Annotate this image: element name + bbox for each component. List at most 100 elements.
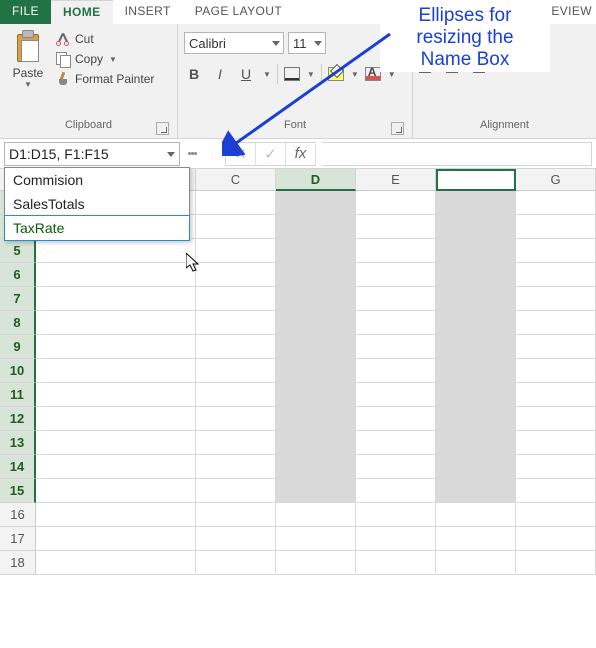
cell-D11[interactable] xyxy=(276,383,356,407)
col-header-C[interactable]: C xyxy=(196,169,276,191)
copy-button[interactable]: Copy ▼ xyxy=(56,52,154,66)
cell-E3[interactable] xyxy=(356,191,436,215)
cell-C11[interactable] xyxy=(196,383,276,407)
row-header-10[interactable]: 10 xyxy=(0,359,36,383)
col-header-D[interactable]: D xyxy=(276,169,356,191)
cell-G11[interactable] xyxy=(516,383,596,407)
cell-C6[interactable] xyxy=(196,263,276,287)
cell-G18[interactable] xyxy=(516,551,596,575)
tab-review-fragment[interactable]: EVIEW xyxy=(551,0,592,24)
cell-C3[interactable] xyxy=(196,191,276,215)
name-box-resize-ellipsis[interactable] xyxy=(186,150,199,157)
cell-G7[interactable] xyxy=(516,287,596,311)
cell-G14[interactable] xyxy=(516,455,596,479)
cell-E4[interactable] xyxy=(356,215,436,239)
font-name-combo[interactable]: Calibri xyxy=(184,32,284,54)
row-header-14[interactable]: 14 xyxy=(0,455,36,479)
cell-E18[interactable] xyxy=(356,551,436,575)
font-size-combo[interactable]: 11 xyxy=(288,32,326,54)
cell-D8[interactable] xyxy=(276,311,356,335)
row-header-13[interactable]: 13 xyxy=(0,431,36,455)
borders-dropdown-icon[interactable]: ▼ xyxy=(307,70,315,79)
row-header-15[interactable]: 15 xyxy=(0,479,36,503)
cell-D4[interactable] xyxy=(276,215,356,239)
cell-E11[interactable] xyxy=(356,383,436,407)
row-header-8[interactable]: 8 xyxy=(0,311,36,335)
cell-G6[interactable] xyxy=(516,263,596,287)
cell-E9[interactable] xyxy=(356,335,436,359)
cell-C16[interactable] xyxy=(196,503,276,527)
name-option-0[interactable]: Commision xyxy=(5,168,189,192)
cell-E6[interactable] xyxy=(356,263,436,287)
cell-D18[interactable] xyxy=(276,551,356,575)
row-header-16[interactable]: 16 xyxy=(0,503,36,527)
font-dialog-launcher[interactable] xyxy=(391,122,404,135)
cell-E16[interactable] xyxy=(356,503,436,527)
clipboard-dialog-launcher[interactable] xyxy=(156,122,169,135)
cell-F16[interactable] xyxy=(436,503,516,527)
row-header-17[interactable]: 17 xyxy=(0,527,36,551)
cell-D5[interactable] xyxy=(276,239,356,263)
underline-button[interactable]: U xyxy=(236,66,256,82)
cell-E17[interactable] xyxy=(356,527,436,551)
cell-G9[interactable] xyxy=(516,335,596,359)
row-header-11[interactable]: 11 xyxy=(0,383,36,407)
cell-C10[interactable] xyxy=(196,359,276,383)
cell-C7[interactable] xyxy=(196,287,276,311)
tab-pagelayout[interactable]: PAGE LAYOUT xyxy=(183,0,294,24)
cell-E14[interactable] xyxy=(356,455,436,479)
cell-F8[interactable] xyxy=(436,311,516,335)
bold-button[interactable]: B xyxy=(184,66,204,82)
cell-D17[interactable] xyxy=(276,527,356,551)
cell-F4[interactable] xyxy=(436,215,516,239)
cell-C8[interactable] xyxy=(196,311,276,335)
active-cell-F1[interactable] xyxy=(436,169,516,191)
cell-D12[interactable] xyxy=(276,407,356,431)
cell-C15[interactable] xyxy=(196,479,276,503)
cell-C18[interactable] xyxy=(196,551,276,575)
formula-input[interactable] xyxy=(322,142,592,166)
format-painter-button[interactable]: Format Painter xyxy=(56,72,154,86)
row-header-12[interactable]: 12 xyxy=(0,407,36,431)
cell-E7[interactable] xyxy=(356,287,436,311)
cell-D3[interactable] xyxy=(276,191,356,215)
cell-F18[interactable] xyxy=(436,551,516,575)
paste-button[interactable]: Paste ▼ xyxy=(6,28,50,118)
row-header-6[interactable]: 6 xyxy=(0,263,36,287)
cancel-formula-button[interactable]: ✕ xyxy=(226,143,256,165)
cell-G16[interactable] xyxy=(516,503,596,527)
cell-G17[interactable] xyxy=(516,527,596,551)
cell-D7[interactable] xyxy=(276,287,356,311)
cell-F6[interactable] xyxy=(436,263,516,287)
row-header-9[interactable]: 9 xyxy=(0,335,36,359)
row-header-5[interactable]: 5 xyxy=(0,239,36,263)
fill-color-button[interactable] xyxy=(328,67,344,81)
cell-D9[interactable] xyxy=(276,335,356,359)
font-color-button[interactable] xyxy=(365,67,381,81)
insert-function-button[interactable]: fx xyxy=(286,143,316,165)
cell-C13[interactable] xyxy=(196,431,276,455)
cell-F3[interactable] xyxy=(436,191,516,215)
cell-D15[interactable] xyxy=(276,479,356,503)
cell-C4[interactable] xyxy=(196,215,276,239)
copy-dropdown-icon[interactable]: ▼ xyxy=(109,55,117,64)
cell-E13[interactable] xyxy=(356,431,436,455)
cell-C17[interactable] xyxy=(196,527,276,551)
cell-E12[interactable] xyxy=(356,407,436,431)
cell-G10[interactable] xyxy=(516,359,596,383)
cell-C5[interactable] xyxy=(196,239,276,263)
cell-F9[interactable] xyxy=(436,335,516,359)
cell-F15[interactable] xyxy=(436,479,516,503)
cell-G15[interactable] xyxy=(516,479,596,503)
cell-C9[interactable] xyxy=(196,335,276,359)
cell-F5[interactable] xyxy=(436,239,516,263)
row-header-18[interactable]: 18 xyxy=(0,551,36,575)
cell-E10[interactable] xyxy=(356,359,436,383)
paste-dropdown-icon[interactable]: ▼ xyxy=(24,80,32,89)
fill-dropdown-icon[interactable]: ▼ xyxy=(351,70,359,79)
tab-insert[interactable]: INSERT xyxy=(113,0,183,24)
tab-file[interactable]: FILE xyxy=(0,0,51,24)
cell-G13[interactable] xyxy=(516,431,596,455)
cell-C14[interactable] xyxy=(196,455,276,479)
cell-F12[interactable] xyxy=(436,407,516,431)
